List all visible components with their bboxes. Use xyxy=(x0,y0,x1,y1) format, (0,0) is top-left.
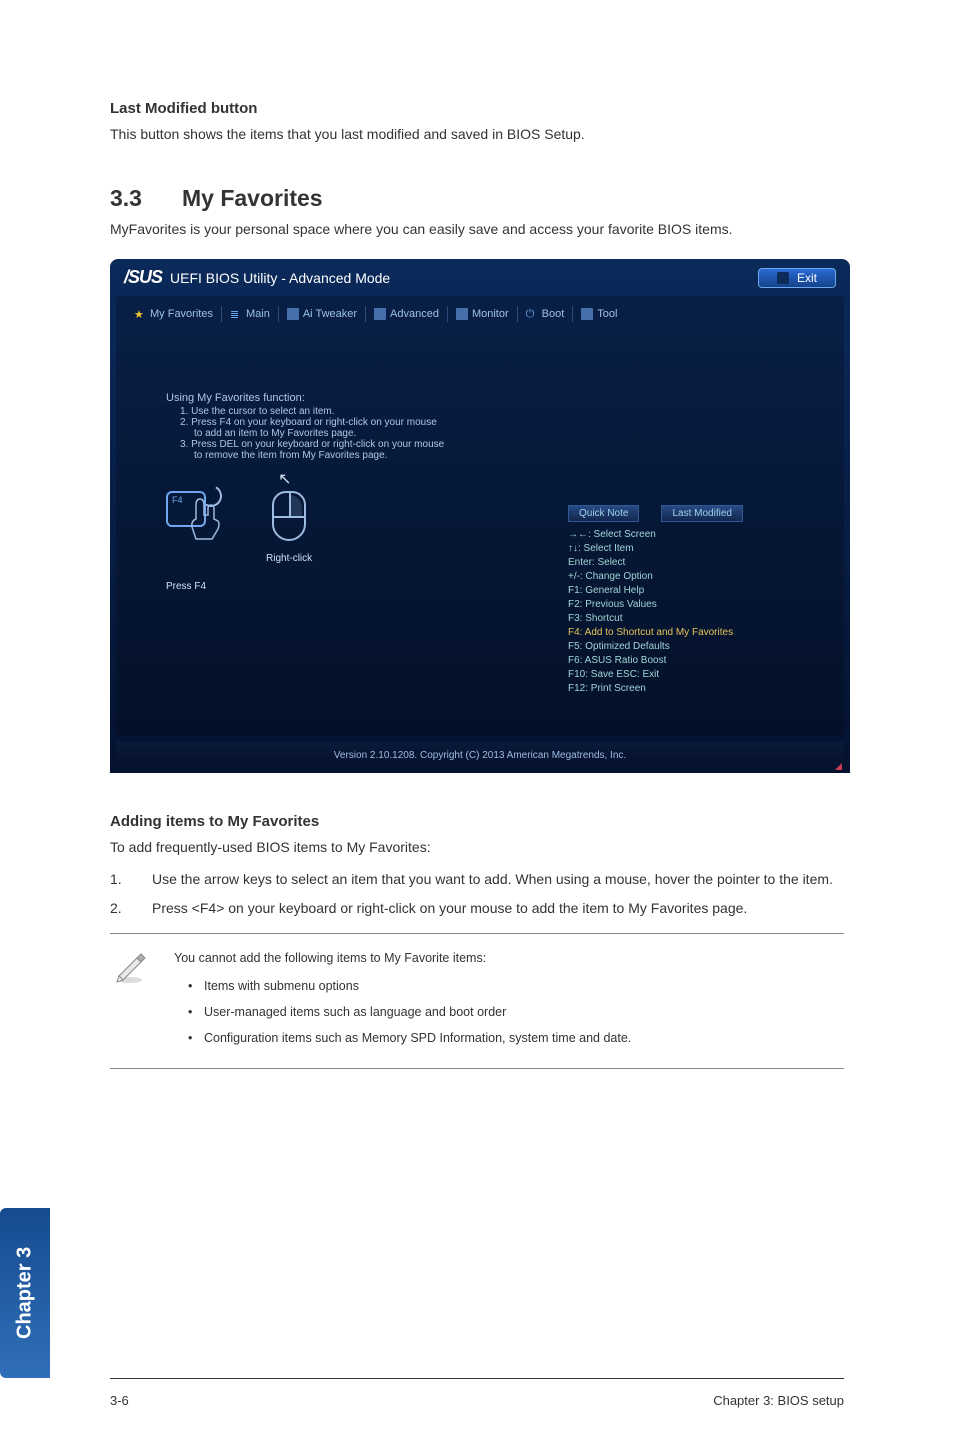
tab-adv[interactable]: Advanced xyxy=(366,306,448,322)
mouse-icon xyxy=(272,491,306,541)
fav-step2b: to add an item to My Favorites page. xyxy=(166,428,834,439)
note-bullet-1: Items with submenu options xyxy=(174,976,844,996)
hand-icon xyxy=(190,497,226,541)
exit-button[interactable]: Exit xyxy=(758,268,836,288)
right-click-label: Right-click xyxy=(266,553,312,564)
chapter-tab: Chapter 3 xyxy=(0,1208,50,1378)
tab-boot[interactable]: ⏻Boot xyxy=(518,306,574,322)
monitor-icon xyxy=(456,308,468,320)
tab-tool[interactable]: Tool xyxy=(573,306,625,322)
note-intro: You cannot add the following items to My… xyxy=(174,948,844,968)
bios-footer: Version 2.10.1208. Copyright (C) 2013 Am… xyxy=(116,742,844,763)
step-2: 2. Press <F4> on your keyboard or right-… xyxy=(110,899,844,919)
qn-12: F12: Print Screen xyxy=(568,682,828,696)
exit-icon xyxy=(777,272,789,284)
qn-1: →←: Select Screen xyxy=(568,528,828,542)
tab-ai[interactable]: Ai Tweaker xyxy=(279,306,366,322)
fav-step2: 2. Press F4 on your keyboard or right-cl… xyxy=(166,417,834,428)
bios-title: UEFI BIOS Utility - Advanced Mode xyxy=(170,270,390,286)
tab-myfav[interactable]: ★My Favorites xyxy=(126,306,222,322)
asus-logo-icon: /SUS xyxy=(124,267,162,288)
mouse-diagram: ↖ Right-click xyxy=(266,491,312,592)
last-modified-heading: Last Modified button xyxy=(110,100,844,117)
qn-9: F5: Optimized Defaults xyxy=(568,640,828,654)
page-chapter: Chapter 3: BIOS setup xyxy=(713,1393,844,1408)
note-bullet-3: Configuration items such as Memory SPD I… xyxy=(174,1028,844,1048)
last-modified-button[interactable]: Last Modified xyxy=(661,505,742,522)
intro-text: MyFavorites is your personal space where… xyxy=(110,220,844,240)
page-number: 3-6 xyxy=(110,1393,129,1408)
qn-5: F1: General Help xyxy=(568,584,828,598)
fav-heading: Using My Favorites function: xyxy=(166,392,834,404)
key-diagram: F4 Press F4 xyxy=(166,491,206,592)
pencil-icon xyxy=(110,948,150,1054)
qn-10: F6: ASUS Ratio Boost xyxy=(568,654,828,668)
qn-4: +/-: Change Option xyxy=(568,570,828,584)
press-f4-label: Press F4 xyxy=(166,581,206,592)
section-number: 3.3 xyxy=(110,185,142,212)
power-icon: ⏻ xyxy=(526,308,538,320)
qn-11: F10: Save ESC: Exit xyxy=(568,668,828,682)
corner-arrow-icon xyxy=(835,763,842,770)
note-bullet-2: User-managed items such as language and … xyxy=(174,1002,844,1022)
last-modified-text: This button shows the items that you las… xyxy=(110,125,844,145)
qn-7: F3: Shortcut xyxy=(568,612,828,626)
tab-main[interactable]: ≣Main xyxy=(222,306,279,322)
adding-intro: To add frequently-used BIOS items to My … xyxy=(110,838,844,858)
bios-window: /SUS UEFI BIOS Utility - Advanced Mode E… xyxy=(110,259,850,773)
fav-step3: 3. Press DEL on your keyboard or right-c… xyxy=(166,439,834,450)
adding-heading: Adding items to My Favorites xyxy=(110,813,844,830)
qn-6: F2: Previous Values xyxy=(568,598,828,612)
qn-3: Enter: Select xyxy=(568,556,828,570)
note-box: You cannot add the following items to My… xyxy=(110,933,844,1069)
star-icon: ★ xyxy=(134,308,146,320)
tab-mon[interactable]: Monitor xyxy=(448,306,518,322)
exit-label: Exit xyxy=(797,271,817,285)
quick-note-button[interactable]: Quick Note xyxy=(568,505,639,522)
tool-icon xyxy=(581,308,593,320)
ai-icon xyxy=(287,308,299,320)
list-icon: ≣ xyxy=(230,308,242,320)
fav-step3b: to remove the item from My Favorites pag… xyxy=(166,450,834,461)
adv-icon xyxy=(374,308,386,320)
qn-8: F4: Add to Shortcut and My Favorites xyxy=(568,626,828,640)
fav-step1: 1. Use the cursor to select an item. xyxy=(166,406,834,417)
qn-2: ↑↓: Select Item xyxy=(568,542,828,556)
cursor-icon: ↖ xyxy=(278,469,291,489)
section-title: My Favorites xyxy=(182,185,323,212)
step-1: 1. Use the arrow keys to select an item … xyxy=(110,870,844,890)
